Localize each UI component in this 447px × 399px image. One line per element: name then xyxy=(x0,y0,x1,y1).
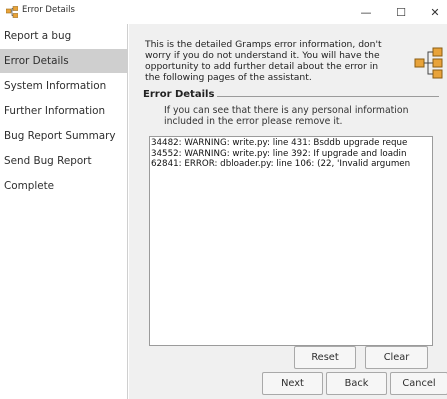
window-titlebar: Error Details — ☐ ✕ xyxy=(0,0,447,24)
assistant-sidebar: Report a bug Error Details System Inform… xyxy=(0,24,128,399)
sidebar-item-further-information: Further Information xyxy=(4,105,106,117)
maximize-button[interactable]: ☐ xyxy=(391,2,411,22)
sidebar-item-error-details: Error Details xyxy=(0,49,127,73)
intro-text: This is the detailed Gramps error inform… xyxy=(145,39,405,83)
maximize-icon: ☐ xyxy=(396,5,406,19)
note-line: included in the error please remove it. xyxy=(164,116,343,127)
reset-button[interactable]: Reset xyxy=(294,346,356,369)
note-line: If you can see that there is any persona… xyxy=(164,105,409,116)
intro-line: worry if you do not understand it. You w… xyxy=(145,50,380,61)
log-line: 62841: ERROR: dbloader.py: line 106: (22… xyxy=(151,159,411,169)
intro-line: the following pages of the assistant. xyxy=(145,72,312,83)
intro-line: This is the detailed Gramps error inform… xyxy=(145,39,382,50)
gramps-app-icon xyxy=(6,6,18,18)
error-log-textarea[interactable]: 34482: WARNING: write.py: line 431: Bsdd… xyxy=(149,136,433,346)
sidebar-item-complete: Complete xyxy=(4,180,55,192)
intro-line: opportunity to add further detail about … xyxy=(145,61,379,72)
group-label: Error Details xyxy=(143,89,218,100)
assistant-page: This is the detailed Gramps error inform… xyxy=(129,24,447,399)
next-button[interactable]: Next xyxy=(262,372,323,395)
family-tree-icon xyxy=(414,47,443,79)
minimize-button[interactable]: — xyxy=(356,2,376,22)
error-details-group: Error Details If you can see that there … xyxy=(143,89,439,378)
clear-button[interactable]: Clear xyxy=(365,346,428,369)
sidebar-item-report-a-bug: Report a bug xyxy=(4,30,72,42)
window-title: Error Details xyxy=(22,5,75,15)
sidebar-item-send-bug-report: Send Bug Report xyxy=(4,155,92,167)
cancel-button[interactable]: Cancel xyxy=(390,372,447,395)
close-icon: ✕ xyxy=(430,5,440,19)
log-line: 34552: WARNING: write.py: line 392: If u… xyxy=(151,148,407,159)
sidebar-item-system-information: System Information xyxy=(4,80,107,92)
minimize-icon: — xyxy=(360,5,372,19)
close-button[interactable]: ✕ xyxy=(425,2,445,22)
privacy-note: If you can see that there is any persona… xyxy=(164,105,429,127)
log-line: 34482: WARNING: write.py: line 431: Bsdd… xyxy=(151,138,408,148)
sidebar-item-bug-report-summary: Bug Report Summary xyxy=(4,130,116,142)
back-button[interactable]: Back xyxy=(326,372,387,395)
